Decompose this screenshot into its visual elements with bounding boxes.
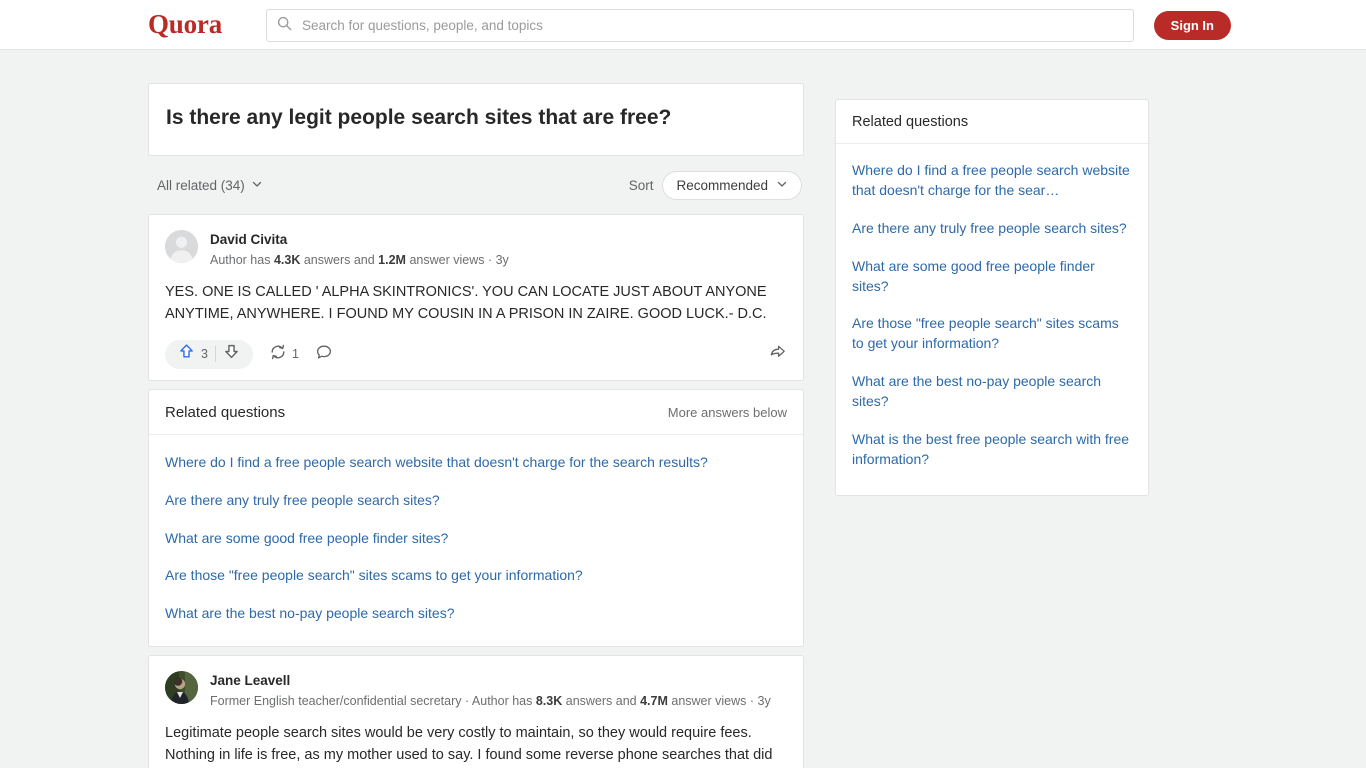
comment-icon — [315, 343, 333, 366]
author-meta: Jane Leavell Former English teacher/conf… — [210, 671, 771, 710]
credential-mid: answers and — [562, 693, 641, 708]
sidebar-question-link[interactable]: What is the best free people search with… — [852, 421, 1132, 479]
author-credential: Author has 4.3K answers and 1.2M answer … — [210, 251, 509, 270]
answer-card: Jane Leavell Former English teacher/conf… — [148, 655, 804, 768]
downvote-icon — [223, 343, 240, 365]
credential-prefix: Author has — [210, 252, 274, 267]
answer-actions: 3 1 — [165, 336, 787, 372]
related-question-link[interactable]: Where do I find a free people search web… — [165, 444, 787, 482]
quora-logo[interactable]: Quora — [148, 9, 222, 40]
sort-dropdown[interactable]: Recommended — [662, 170, 802, 200]
search-bar[interactable] — [266, 9, 1134, 42]
sidebar-list: Where do I find a free people search web… — [836, 144, 1148, 495]
answer-body: YES. ONE IS CALLED ' ALPHA SKINTRONICS'.… — [165, 284, 767, 322]
author-credential: Former English teacher/confidential secr… — [210, 692, 771, 711]
author-row: David Civita Author has 4.3K answers and… — [165, 230, 787, 269]
related-question-link[interactable]: Are there any truly free people search s… — [165, 482, 787, 520]
avatar[interactable] — [165, 671, 198, 705]
author-row: Jane Leavell Former English teacher/conf… — [165, 671, 787, 710]
related-questions-title: Related questions — [165, 404, 286, 422]
share-button[interactable] — [768, 342, 787, 366]
repost-button[interactable]: 1 — [269, 343, 299, 366]
sidebar-question-link[interactable]: Are there any truly free people search s… — [852, 210, 1132, 248]
credential-suffix: answer views · 3y — [405, 252, 509, 267]
comment-button[interactable] — [315, 343, 333, 366]
answer-card: David Civita Author has 4.3K answers and… — [148, 214, 804, 382]
credential-prefix: Former English teacher/confidential secr… — [210, 693, 536, 708]
answers-count: 8.3K — [535, 693, 563, 708]
upvote-count: 3 — [201, 347, 208, 362]
views-count: 1.2M — [378, 252, 406, 267]
sidebar-question-link[interactable]: What are some good free people finder si… — [852, 248, 1132, 306]
sidebar-question-link[interactable]: Where do I find a free people search web… — [852, 152, 1132, 210]
search-input[interactable] — [300, 17, 1123, 34]
related-questions-card: Related questions More answers below Whe… — [148, 389, 804, 648]
filter-bar: All related (34) Sort Recommended — [148, 164, 804, 206]
author-name[interactable]: Jane Leavell — [210, 672, 771, 690]
all-related-label: All related (34) — [157, 177, 245, 193]
chevron-down-icon — [251, 178, 263, 193]
search-icon — [277, 16, 292, 36]
avatar[interactable] — [165, 230, 198, 264]
related-questions-header: Related questions More answers below — [149, 390, 803, 436]
upvote-button[interactable]: 3 — [171, 340, 215, 369]
related-question-link[interactable]: What are the best no-pay people search s… — [165, 595, 787, 633]
more-answers-below-label: More answers below — [667, 405, 787, 421]
answer-body: Legitimate people search sites would be … — [165, 725, 773, 763]
sidebar: Related questions Where do I find a free… — [835, 99, 1149, 504]
all-related-dropdown[interactable]: All related (34) — [157, 178, 263, 193]
repost-count: 1 — [291, 347, 299, 362]
page-title: Is there any legit people search sites t… — [166, 106, 672, 129]
answers-count: 4.3K — [273, 252, 301, 267]
credential-mid: answers and — [300, 252, 379, 267]
related-question-link[interactable]: Are those "free people search" sites sca… — [165, 557, 787, 595]
question-card: Is there any legit people search sites t… — [148, 83, 804, 157]
author-name[interactable]: David Civita — [210, 231, 509, 249]
site-header: Quora Sign In — [0, 0, 1366, 50]
related-questions-list: Where do I find a free people search web… — [149, 435, 803, 646]
views-count: 4.7M — [640, 693, 668, 708]
vote-pill: 3 — [165, 339, 253, 369]
sidebar-related-questions-card: Related questions Where do I find a free… — [835, 99, 1149, 496]
page-body: Is there any legit people search sites t… — [0, 50, 1366, 768]
chevron-down-icon — [776, 178, 788, 193]
sort-group: Sort Recommended — [628, 170, 802, 200]
sidebar-title: Related questions — [836, 100, 1148, 144]
related-question-link[interactable]: What are some good free people finder si… — [165, 520, 787, 558]
sidebar-question-link[interactable]: Are those "free people search" sites sca… — [852, 305, 1132, 363]
main-column: Is there any legit people search sites t… — [148, 83, 804, 768]
repost-icon — [269, 343, 287, 366]
credential-suffix: answer views · 3y — [667, 693, 771, 708]
sidebar-question-link[interactable]: What are the best no-pay people search s… — [852, 363, 1132, 421]
author-meta: David Civita Author has 4.3K answers and… — [210, 230, 509, 269]
actions-left: 3 1 — [165, 339, 333, 369]
share-icon — [768, 342, 787, 366]
sort-label: Sort — [628, 177, 654, 193]
sign-in-button[interactable]: Sign In — [1153, 11, 1231, 40]
downvote-button[interactable] — [216, 340, 247, 369]
upvote-icon — [178, 343, 195, 365]
sort-value: Recommended — [676, 177, 768, 193]
